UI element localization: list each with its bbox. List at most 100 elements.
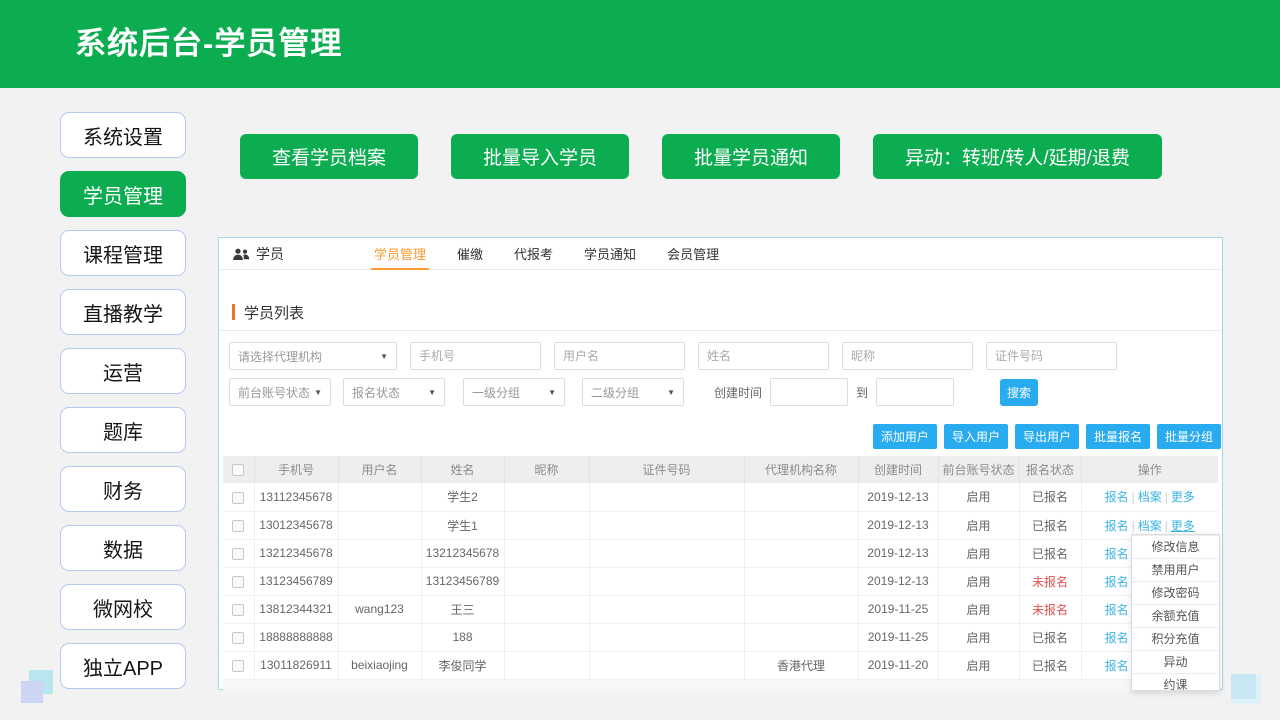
student-table-wrap: 手机号 用户名 姓名 昵称 证件号码 代理机构名称 创建时间 前台账号状态 xyxy=(223,456,1218,691)
sidebar-item[interactable]: 学员管理 xyxy=(60,171,186,217)
search-button[interactable]: 搜索 xyxy=(1000,379,1038,406)
table-row: 18888888888 188 2019-11-25 启用 已报名 报名|档案|… xyxy=(223,623,1218,651)
cell-name: 李俊同学 xyxy=(421,651,504,679)
signup-link[interactable]: 报名 xyxy=(1105,519,1129,533)
archive-link[interactable]: 档案 xyxy=(1138,519,1162,533)
signup-status-select[interactable]: 报名状态 ▼ xyxy=(343,378,445,406)
cell-agency xyxy=(744,567,858,595)
signup-link[interactable]: 报名 xyxy=(1105,575,1129,589)
cell-account-status: 启用 xyxy=(938,567,1019,595)
cell-phone: 18888888888 xyxy=(254,623,338,651)
panel-tab[interactable]: 催缴 xyxy=(454,238,486,270)
row-checkbox[interactable] xyxy=(232,576,244,588)
cell-phone: 13123456789 xyxy=(254,567,338,595)
created-time-label: 创建时间 xyxy=(714,384,762,401)
agency-select[interactable]: 请选择代理机构 ▼ xyxy=(229,342,397,370)
group-level2-select[interactable]: 二级分组 ▼ xyxy=(582,378,684,406)
select-all-checkbox[interactable] xyxy=(232,464,244,476)
quick-action-button[interactable]: 批量学员通知 xyxy=(662,134,840,179)
column-header: 操作 xyxy=(1081,456,1218,483)
sidebar-item[interactable]: 系统设置 xyxy=(60,112,186,158)
row-checkbox[interactable] xyxy=(232,492,244,504)
idnumber-input[interactable] xyxy=(986,342,1117,370)
cell-name: 学生1 xyxy=(421,511,504,539)
panel-tab[interactable]: 学员管理 xyxy=(371,238,429,270)
cell-phone: 13011826911 xyxy=(254,651,338,679)
cell-nickname xyxy=(504,539,589,567)
table-action-button[interactable]: 导出用户 xyxy=(1015,424,1079,449)
page-title: 系统后台-学员管理 xyxy=(75,0,342,88)
dropdown-menu-item[interactable]: 余额充值 xyxy=(1132,604,1219,627)
table-action-button[interactable]: 批量分组 xyxy=(1157,424,1221,449)
name-input[interactable] xyxy=(698,342,829,370)
panel-tab[interactable]: 代报考 xyxy=(511,238,556,270)
archive-link[interactable]: 档案 xyxy=(1138,490,1162,504)
sidebar-item[interactable]: 直播教学 xyxy=(60,289,186,335)
dropdown-menu-item[interactable]: 约课 xyxy=(1132,673,1219,691)
table-action-button[interactable]: 添加用户 xyxy=(873,424,937,449)
dropdown-menu-item[interactable]: 禁用用户 xyxy=(1132,558,1219,581)
sidebar-item[interactable]: 题库 xyxy=(60,407,186,453)
account-status-select[interactable]: 前台账号状态 ▼ xyxy=(229,378,331,406)
table-action-button[interactable]: 批量报名 xyxy=(1086,424,1150,449)
row-checkbox[interactable] xyxy=(232,660,244,672)
module-label: 学员 xyxy=(233,238,284,270)
cell-username xyxy=(338,483,421,511)
cell-idnumber xyxy=(589,651,744,679)
signup-link[interactable]: 报名 xyxy=(1105,547,1129,561)
cell-agency xyxy=(744,511,858,539)
phone-input[interactable] xyxy=(410,342,541,370)
filter-row-2: 前台账号状态 ▼ 报名状态 ▼ 一级分组 ▼ 二级分组 ▼ 创建时间 到 搜索 xyxy=(229,378,1038,406)
group-level1-select[interactable]: 一级分组 ▼ xyxy=(463,378,565,406)
table-action-button[interactable]: 导入用户 xyxy=(944,424,1008,449)
signup-status-select-value: 报名状态 xyxy=(352,384,400,401)
dropdown-menu-item[interactable]: 修改信息 xyxy=(1132,535,1219,558)
cell-created: 2019-11-20 xyxy=(858,651,938,679)
nickname-input[interactable] xyxy=(842,342,973,370)
more-link[interactable]: 更多 xyxy=(1171,490,1195,504)
row-checkbox[interactable] xyxy=(232,604,244,616)
cell-signup-status: 已报名 xyxy=(1019,623,1081,651)
signup-link[interactable]: 报名 xyxy=(1105,490,1129,504)
signup-link[interactable]: 报名 xyxy=(1105,659,1129,673)
created-from-input[interactable] xyxy=(770,378,848,406)
row-checkbox[interactable] xyxy=(232,520,244,532)
signup-link[interactable]: 报名 xyxy=(1105,631,1129,645)
sidebar-item[interactable]: 财务 xyxy=(60,466,186,512)
link-separator: | xyxy=(1132,519,1135,533)
panel-tab[interactable]: 会员管理 xyxy=(664,238,722,270)
dropdown-menu-item[interactable]: 积分充值 xyxy=(1132,627,1219,650)
cell-checkbox xyxy=(223,651,254,679)
more-dropdown-menu: 修改信息 禁用用户 修改密码 余额充值 积分充值 异动 约课 xyxy=(1131,534,1220,691)
cell-username: wang123 xyxy=(338,595,421,623)
quick-buttons-row: 查看学员档案 批量导入学员 批量学员通知 异动：转班/转人/延期/退费 xyxy=(240,134,1162,179)
link-separator: | xyxy=(1132,490,1135,504)
panel-tab[interactable]: 学员通知 xyxy=(581,238,639,270)
quick-action-button[interactable]: 查看学员档案 xyxy=(240,134,418,179)
quick-action-button[interactable]: 异动：转班/转人/延期/退费 xyxy=(873,134,1162,179)
signup-link[interactable]: 报名 xyxy=(1105,603,1129,617)
sidebar-item[interactable]: 运营 xyxy=(60,348,186,394)
sidebar-item[interactable]: 数据 xyxy=(60,525,186,571)
dropdown-menu-item[interactable]: 修改密码 xyxy=(1132,581,1219,604)
sidebar-item[interactable]: 微网校 xyxy=(60,584,186,630)
cell-signup-status: 已报名 xyxy=(1019,539,1081,567)
sidebar-item[interactable]: 独立APP xyxy=(60,643,186,689)
chevron-down-icon: ▼ xyxy=(314,388,322,397)
row-checkbox[interactable] xyxy=(232,632,244,644)
cell-idnumber xyxy=(589,623,744,651)
more-link[interactable]: 更多 xyxy=(1171,519,1195,533)
column-header: 报名状态 xyxy=(1019,456,1081,483)
table-actions-row: 添加用户 导入用户 导出用户 批量报名 批量分组 xyxy=(219,424,1221,449)
created-to-input[interactable] xyxy=(876,378,954,406)
table-footer-strip xyxy=(223,680,1218,691)
dropdown-menu-item[interactable]: 异动 xyxy=(1132,650,1219,673)
table-row: 13112345678 学生2 2019-12-13 启用 已报名 报名|档案|… xyxy=(223,483,1218,511)
panel-tabs: 学员管理 催缴 代报考 学员通知 会员管理 xyxy=(371,238,722,270)
row-checkbox[interactable] xyxy=(232,548,244,560)
cell-name: 13123456789 xyxy=(421,567,504,595)
cell-phone: 13112345678 xyxy=(254,483,338,511)
username-input[interactable] xyxy=(554,342,685,370)
quick-action-button[interactable]: 批量导入学员 xyxy=(451,134,629,179)
sidebar-item[interactable]: 课程管理 xyxy=(60,230,186,276)
